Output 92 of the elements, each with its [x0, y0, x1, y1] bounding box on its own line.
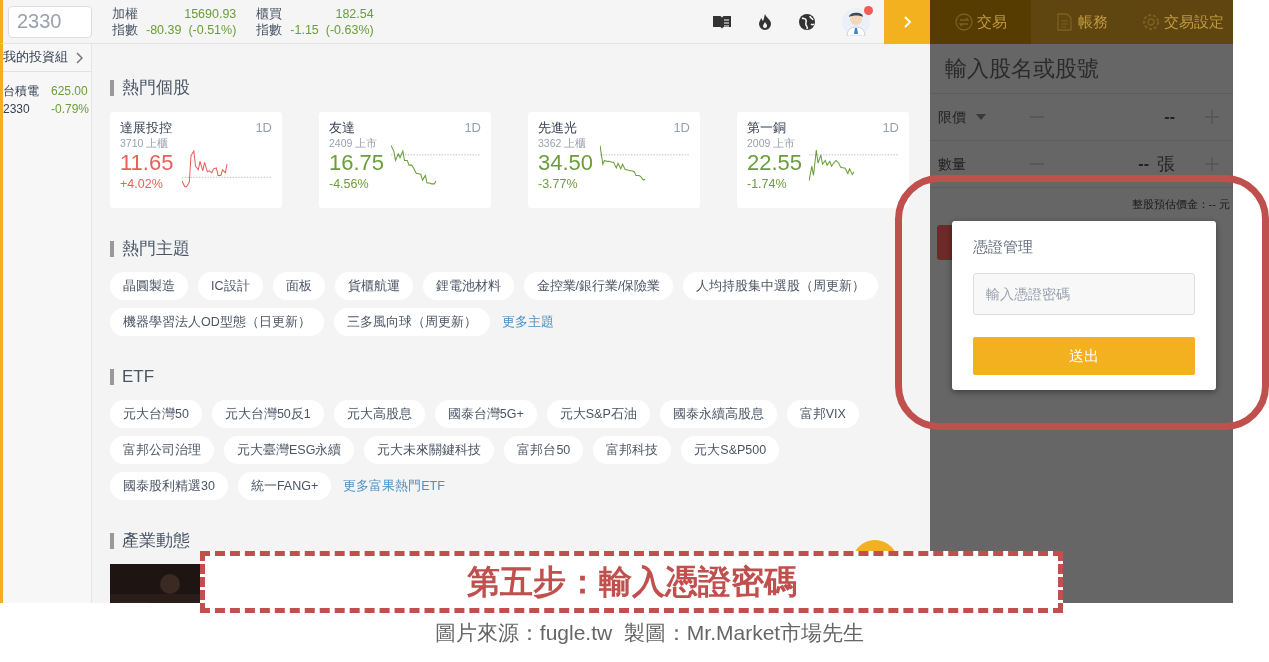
tag-chip[interactable]: IC設計 [198, 272, 263, 300]
stock-code: 2409 上市 [329, 136, 378, 150]
panel-tab[interactable]: 交易 [930, 0, 1031, 44]
holding-code: 2330 [3, 101, 31, 118]
chevron-right-icon [902, 15, 912, 28]
gear-icon [1141, 13, 1160, 31]
tag-chip[interactable]: 三多風向球（周更新） [333, 308, 490, 336]
tag-chip[interactable]: 貨櫃航運 [334, 272, 413, 300]
portfolio-title: 我的投資組 [3, 49, 68, 67]
index-value: 15690.93 [183, 5, 237, 22]
stock-price: 11.65 [120, 150, 174, 176]
row-value: -- [1164, 107, 1175, 127]
row-label: 數量 [938, 154, 967, 174]
tag-chip[interactable]: 國泰股利精選30 [110, 472, 228, 500]
step-title: 第五步：輸入憑證密碼 [466, 562, 797, 602]
tag-chip[interactable]: 富邦VIX [786, 400, 859, 428]
globe-icon [798, 12, 816, 31]
section-heading: ETF [122, 366, 155, 388]
tag-chip[interactable]: 國泰永續高股息 [659, 400, 777, 428]
document-icon [1055, 13, 1074, 31]
stock-code: 3362 上櫃 [538, 136, 587, 150]
dropdown-caret-icon [976, 114, 986, 120]
index-name: 指數 [112, 21, 138, 38]
tag-chip[interactable]: 元大高股息 [333, 400, 425, 428]
tag-chip[interactable]: 元大S&P石油 [546, 400, 650, 428]
heading-bar [110, 369, 114, 385]
tag-chip[interactable]: 國泰台灣5G+ [434, 400, 537, 428]
estimate-text: 整股預估價金：-- 元 [1131, 198, 1230, 211]
section-heading: 熱門主題 [122, 238, 190, 260]
book-icon [712, 13, 732, 30]
unit-label: 張 [1157, 154, 1175, 174]
tag-chip[interactable]: 面板 [272, 272, 325, 300]
period-label: 1D [882, 120, 899, 136]
index-name: 加權 [112, 5, 138, 22]
stock-card[interactable]: 先進光 1D 3362 上櫃 34.50 -3.77% [528, 112, 700, 208]
tag-chip[interactable]: 元大S&P500 [681, 436, 780, 464]
tag-chip[interactable]: 元大臺灣ESG永續 [224, 436, 355, 464]
index-change: -1.15 (-0.63%) [290, 21, 374, 38]
stock-search-field[interactable]: 輸入股名或股號 [930, 44, 1233, 94]
flame-icon [758, 12, 772, 31]
heading-bar [110, 80, 114, 96]
tag-chip[interactable]: 統一FANG+ [237, 472, 332, 500]
tag-chip[interactable]: 元大台灣50反1 [211, 400, 324, 428]
image-credit: 圖片來源：fugle.tw 製圖：Mr.Market市場先生 [434, 620, 865, 646]
row-value: -- [1138, 154, 1149, 174]
stock-change: +4.02% [120, 176, 163, 192]
password-field[interactable]: 輸入憑證密碼 [973, 273, 1195, 315]
stock-price: 16.75 [329, 150, 385, 176]
exchange-icon [954, 13, 973, 31]
stock-name: 第一銅 [747, 120, 786, 136]
section-heading: 產業動態 [122, 530, 190, 552]
row-label: 限價 [938, 107, 967, 127]
stock-change: -4.56% [329, 176, 369, 192]
tag-chip[interactable]: 富邦科技 [593, 436, 672, 464]
tag-chip[interactable]: 元大未來關鍵科技 [364, 436, 495, 464]
index-change: -80.39 (-0.51%) [146, 21, 237, 38]
holding-price: 625.00 [50, 83, 89, 100]
holding-change: -0.79% [50, 101, 89, 118]
stock-change: -3.77% [538, 176, 578, 192]
stock-code: 3710 上櫃 [120, 136, 169, 150]
tag-chip[interactable]: 富邦公司治理 [110, 436, 214, 464]
stock-price: 22.55 [747, 150, 803, 176]
tag-chip[interactable]: 鋰電池材料 [422, 272, 514, 300]
stock-card[interactable]: 達展投控 1D 3710 上櫃 11.65 +4.02% [110, 112, 282, 208]
tag-chip[interactable]: 富邦台50 [504, 436, 584, 464]
stock-code: 2009 上市 [747, 136, 796, 150]
stock-name: 達展投控 [120, 120, 172, 136]
stock-name: 友達 [329, 120, 355, 136]
stock-price: 34.50 [538, 150, 594, 176]
holding-name: 台積電 [3, 83, 39, 100]
stock-change: -1.74% [747, 176, 787, 192]
heading-bar [110, 241, 114, 257]
section-heading: 熱門個股 [122, 77, 190, 99]
index-name: 指數 [256, 21, 283, 38]
index-value: 182.54 [334, 5, 374, 22]
dialog-title: 憑證管理 [973, 238, 1033, 256]
heading-bar [110, 533, 114, 549]
period-label: 1D [673, 120, 690, 136]
tag-chip[interactable]: 晶圓製造 [110, 272, 188, 300]
stock-card[interactable]: 第一銅 1D 2009 上市 22.55 -1.74% [737, 112, 909, 208]
tag-chip[interactable]: 金控業/銀行業/保險業 [523, 272, 674, 300]
chevron-right-icon [76, 51, 83, 64]
expand-button[interactable] [884, 0, 930, 44]
period-label: 1D [255, 120, 272, 136]
stock-card[interactable]: 友達 1D 2409 上市 16.75 -4.56% [319, 112, 491, 208]
tag-chip[interactable]: 人均持股集中選股（周更新） [683, 272, 879, 300]
avatar-icon [842, 7, 870, 36]
tag-chip[interactable]: 機器學習法人OD型態（日更新） [110, 308, 324, 336]
period-label: 1D [464, 120, 481, 136]
index-name: 櫃買 [256, 5, 283, 22]
tag-chip[interactable]: 元大台灣50 [110, 400, 202, 428]
stock-name: 先進光 [538, 120, 577, 136]
